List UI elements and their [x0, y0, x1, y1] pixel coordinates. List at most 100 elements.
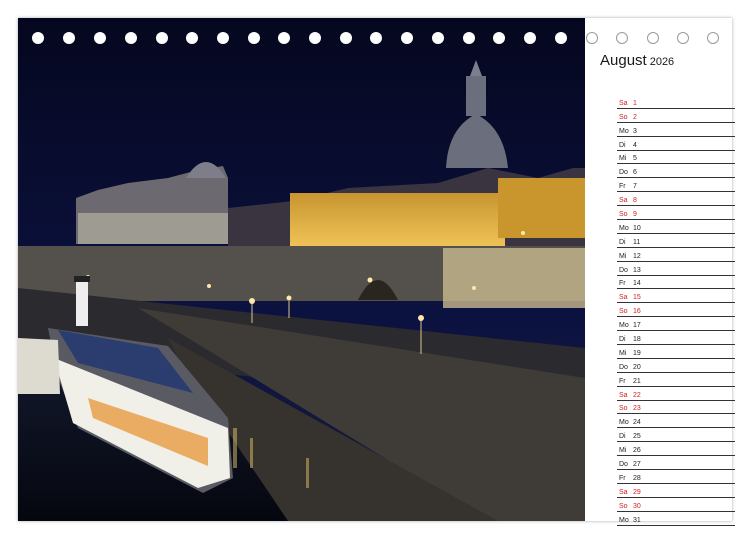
day-name: Di [619, 336, 626, 344]
binding-hole-icon [32, 32, 44, 44]
binding-hole-icon [463, 32, 475, 44]
day-number: 17 [633, 322, 641, 330]
day-name: Sa [619, 197, 628, 205]
day-list: Sa 1 So 2 Mo 3 Di 4 Mi 5 Do 6 Fr 7 Sa 8 So 9 Mo 10 Di 11 Mi 12 D… [617, 95, 735, 526]
day-number: 16 [633, 308, 641, 316]
day-row: Mo 17 [617, 317, 735, 332]
day-row: So 16 [617, 303, 735, 318]
day-name: Sa [619, 488, 628, 496]
day-name: Fr [619, 474, 626, 482]
binding-hole-icon [125, 32, 137, 44]
day-row: So 9 [617, 206, 735, 221]
calendar-page: August 2026 Sa 1 So 2 Mo 3 Di 4 Mi 5 Do 6 Fr 7 Sa 8 So 9 Mo… [18, 18, 735, 526]
day-name: Do [619, 461, 628, 469]
day-row: So 30 [617, 498, 735, 512]
day-number: 27 [633, 461, 641, 469]
day-number: 3 [633, 127, 637, 135]
day-row: Do 13 [617, 262, 735, 276]
day-number: 25 [633, 433, 641, 441]
binding-hole-icon [94, 32, 106, 44]
day-name: Di [619, 141, 626, 149]
binding-hole-icon [616, 32, 628, 44]
day-number: 7 [633, 183, 637, 191]
day-number: 11 [633, 238, 641, 246]
day-row: Do 27 [617, 456, 735, 471]
day-name: Mo [619, 127, 629, 135]
day-name: Di [619, 238, 626, 246]
binding-hole-icon [555, 32, 567, 44]
day-name: Mi [619, 252, 627, 260]
day-name: Sa [619, 294, 628, 302]
day-name: So [619, 308, 628, 316]
day-name: Fr [619, 280, 626, 288]
binding-hole-icon [63, 32, 75, 44]
day-row: So 23 [617, 401, 735, 415]
day-number: 9 [633, 211, 637, 219]
day-row: Mi 26 [617, 442, 735, 457]
day-name: So [619, 502, 628, 510]
day-row: Di 25 [617, 428, 735, 443]
day-number: 24 [633, 419, 641, 427]
day-name: Do [619, 266, 628, 274]
day-number: 4 [633, 141, 637, 149]
day-row: Di 18 [617, 331, 735, 346]
day-row: Di 4 [617, 137, 735, 151]
day-number: 18 [633, 336, 641, 344]
day-row: Fr 7 [617, 178, 735, 193]
day-name: Mo [619, 516, 629, 524]
spiral-binding [18, 32, 732, 48]
day-name: Mo [619, 419, 629, 427]
day-number: 5 [633, 155, 637, 163]
binding-hole-icon [278, 32, 290, 44]
day-number: 8 [633, 197, 637, 205]
day-number: 26 [633, 447, 641, 455]
day-row: Sa 15 [617, 289, 735, 304]
day-number: 30 [633, 502, 641, 510]
day-row: Do 6 [617, 164, 735, 179]
binding-hole-icon [309, 32, 321, 44]
binding-hole-icon [432, 32, 444, 44]
day-row: Mo 24 [617, 414, 735, 429]
binding-hole-icon [493, 32, 505, 44]
day-number: 15 [633, 294, 641, 302]
day-name: Mo [619, 322, 629, 330]
day-name: Sa [619, 391, 628, 399]
day-name: So [619, 405, 628, 413]
day-row: Mi 5 [617, 151, 735, 165]
day-number: 1 [633, 99, 637, 107]
day-name: Mi [619, 155, 627, 163]
day-row: Mo 10 [617, 220, 735, 234]
binding-hole-icon [707, 32, 719, 44]
binding-hole-icon [217, 32, 229, 44]
calendar-photo [18, 18, 585, 521]
day-row: Fr 14 [617, 276, 735, 290]
day-name: Fr [619, 183, 626, 191]
day-name: Mo [619, 224, 629, 232]
day-name: So [619, 113, 628, 121]
day-name: So [619, 211, 628, 219]
day-row: Fr 21 [617, 373, 735, 387]
day-name: Mi [619, 349, 627, 357]
month-heading: August 2026 [600, 52, 674, 70]
day-number: 31 [633, 516, 641, 524]
day-name: Sa [619, 99, 628, 107]
day-number: 12 [633, 252, 641, 260]
day-name: Fr [619, 377, 626, 385]
month-name: August [600, 52, 647, 69]
day-row: Sa 22 [617, 387, 735, 401]
day-number: 10 [633, 224, 641, 232]
day-row: Do 20 [617, 359, 735, 373]
day-number: 29 [633, 488, 641, 496]
day-number: 6 [633, 169, 637, 177]
day-name: Mi [619, 447, 627, 455]
binding-hole-icon [677, 32, 689, 44]
day-number: 28 [633, 474, 641, 482]
day-number: 14 [633, 280, 641, 288]
day-row: Mo 3 [617, 123, 735, 137]
day-row: Sa 8 [617, 192, 735, 207]
binding-hole-icon [524, 32, 536, 44]
day-row: Sa 1 [617, 95, 735, 109]
day-row: So 2 [617, 109, 735, 123]
day-number: 2 [633, 113, 637, 121]
day-name: Di [619, 433, 626, 441]
